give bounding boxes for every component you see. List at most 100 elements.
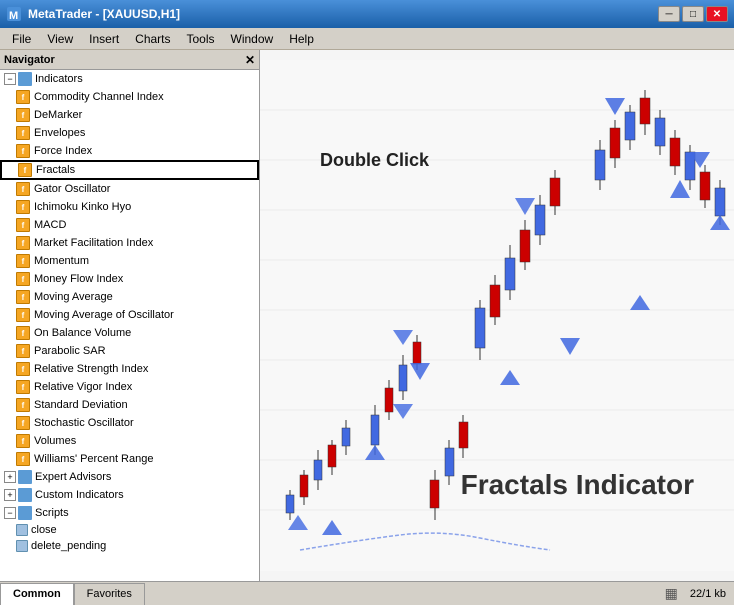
- indicator-label-ichimoku: Ichimoku Kinko Hyo: [34, 201, 131, 213]
- indicator-label-macd: MACD: [34, 219, 66, 231]
- ci-folder-label: Custom Indicators: [35, 489, 124, 501]
- indicator-stddev[interactable]: f Standard Deviation: [0, 396, 259, 414]
- navigator-close-button[interactable]: ✕: [245, 53, 255, 67]
- menu-bar: File View Insert Charts Tools Window Hel…: [0, 28, 734, 50]
- script-delete-pending[interactable]: delete_pending: [0, 538, 259, 554]
- expand-ea-icon[interactable]: +: [4, 471, 16, 483]
- indicator-icon-gator: f: [16, 182, 30, 196]
- tree-scripts[interactable]: − Scripts: [0, 504, 259, 522]
- indicator-icon-stddev: f: [16, 398, 30, 412]
- indicator-label-stddev: Standard Deviation: [34, 399, 128, 411]
- svg-text:M: M: [9, 10, 18, 22]
- menu-view[interactable]: View: [39, 30, 81, 48]
- minimize-button[interactable]: ─: [658, 6, 680, 22]
- tab-favorites[interactable]: Favorites: [74, 583, 145, 605]
- indicator-label-mfi: Market Facilitation Index: [34, 237, 153, 249]
- tree-indicators-folder[interactable]: − Indicators: [0, 70, 259, 88]
- indicator-label-gator: Gator Oscillator: [34, 183, 110, 195]
- main-layout: Navigator ✕ − Indicators f Commodity Cha…: [0, 50, 734, 581]
- window-controls: ─ □ ✕: [658, 6, 728, 22]
- maximize-button[interactable]: □: [682, 6, 704, 22]
- indicator-label-volumes: Volumes: [34, 435, 76, 447]
- scripts-folder-icon: [18, 506, 32, 520]
- indicator-rvi[interactable]: f Relative Vigor Index: [0, 378, 259, 396]
- indicator-icon-macd: f: [16, 218, 30, 232]
- script-close[interactable]: close: [0, 522, 259, 538]
- indicator-icon-rsi: f: [16, 362, 30, 376]
- indicator-ichimoku[interactable]: f Ichimoku Kinko Hyo: [0, 198, 259, 216]
- indicator-icon-volumes: f: [16, 434, 30, 448]
- indicator-icon-stoch: f: [16, 416, 30, 430]
- indicator-label-wpr: Williams' Percent Range: [34, 453, 153, 465]
- indicator-force-index[interactable]: f Force Index: [0, 142, 259, 160]
- indicators-folder-label: Indicators: [35, 73, 83, 85]
- status-size: 22/1 kb: [690, 588, 726, 600]
- chart-area[interactable]: Double Click Fractals Indicator: [260, 50, 734, 581]
- close-button[interactable]: ✕: [706, 6, 728, 22]
- navigator-tree[interactable]: − Indicators f Commodity Channel Index f…: [0, 70, 259, 581]
- indicator-macd[interactable]: f MACD: [0, 216, 259, 234]
- ci-folder-icon: [18, 488, 32, 502]
- indicator-momentum[interactable]: f Momentum: [0, 252, 259, 270]
- app-icon: M: [6, 6, 22, 22]
- navigator-panel: Navigator ✕ − Indicators f Commodity Cha…: [0, 50, 260, 581]
- indicator-icon-moneyflow: f: [16, 272, 30, 286]
- indicator-icon-force: f: [16, 144, 30, 158]
- indicator-money-flow[interactable]: f Money Flow Index: [0, 270, 259, 288]
- indicator-label-cci: Commodity Channel Index: [34, 91, 164, 103]
- indicator-label-mao: Moving Average of Oscillator: [34, 309, 174, 321]
- navigator-title: Navigator: [4, 54, 55, 66]
- expand-scripts-icon[interactable]: −: [4, 507, 16, 519]
- bottom-bar: Common Favorites ▦ 22/1 kb: [0, 581, 734, 605]
- tree-custom-indicators[interactable]: + Custom Indicators: [0, 486, 259, 504]
- chart-status-icon: ▦: [665, 585, 678, 602]
- indicator-mao[interactable]: f Moving Average of Oscillator: [0, 306, 259, 324]
- indicator-rsi[interactable]: f Relative Strength Index: [0, 360, 259, 378]
- indicator-volumes[interactable]: f Volumes: [0, 432, 259, 450]
- menu-charts[interactable]: Charts: [127, 30, 178, 48]
- status-bar: ▦ 22/1 kb: [145, 585, 734, 602]
- menu-window[interactable]: Window: [223, 30, 282, 48]
- indicator-stoch[interactable]: f Stochastic Oscillator: [0, 414, 259, 432]
- indicator-icon-wpr: f: [16, 452, 30, 466]
- tree-expert-advisors[interactable]: + Expert Advisors: [0, 468, 259, 486]
- indicator-label-stoch: Stochastic Oscillator: [34, 417, 134, 429]
- indicator-fractals[interactable]: f Fractals: [0, 160, 259, 180]
- indicator-ma[interactable]: f Moving Average: [0, 288, 259, 306]
- indicator-cci[interactable]: f Commodity Channel Index: [0, 88, 259, 106]
- title-bar: M MetaTrader - [XAUUSD,H1] ─ □ ✕: [0, 0, 734, 28]
- indicator-envelopes[interactable]: f Envelopes: [0, 124, 259, 142]
- indicator-gator[interactable]: f Gator Oscillator: [0, 180, 259, 198]
- indicator-icon-ichimoku: f: [16, 200, 30, 214]
- indicator-label-ma: Moving Average: [34, 291, 113, 303]
- expand-ci-icon[interactable]: +: [4, 489, 16, 501]
- expand-indicators-icon[interactable]: −: [4, 73, 16, 85]
- script-label-close: close: [31, 524, 57, 536]
- indicator-icon-sar: f: [16, 344, 30, 358]
- indicators-folder-icon: [18, 72, 32, 86]
- indicator-icon-fractals: f: [18, 163, 32, 177]
- indicator-label-rsi: Relative Strength Index: [34, 363, 148, 375]
- indicator-icon-envelopes: f: [16, 126, 30, 140]
- indicator-icon-mfi: f: [16, 236, 30, 250]
- indicator-demarker[interactable]: f DeMarker: [0, 106, 259, 124]
- menu-file[interactable]: File: [4, 30, 39, 48]
- indicator-icon-momentum: f: [16, 254, 30, 268]
- indicator-icon-demarker: f: [16, 108, 30, 122]
- menu-tools[interactable]: Tools: [179, 30, 223, 48]
- menu-help[interactable]: Help: [281, 30, 322, 48]
- tab-common[interactable]: Common: [0, 583, 74, 605]
- indicator-label-fractals: Fractals: [36, 164, 75, 176]
- ea-folder-icon: [18, 470, 32, 484]
- indicator-label-sar: Parabolic SAR: [34, 345, 106, 357]
- indicator-icon-ma: f: [16, 290, 30, 304]
- navigator-header: Navigator ✕: [0, 50, 259, 70]
- indicator-obv[interactable]: f On Balance Volume: [0, 324, 259, 342]
- indicator-sar[interactable]: f Parabolic SAR: [0, 342, 259, 360]
- indicator-mfi[interactable]: f Market Facilitation Index: [0, 234, 259, 252]
- menu-insert[interactable]: Insert: [81, 30, 127, 48]
- script-icon-delete-pending: [16, 540, 28, 552]
- indicator-wpr[interactable]: f Williams' Percent Range: [0, 450, 259, 468]
- indicator-icon-cci: f: [16, 90, 30, 104]
- script-label-delete-pending: delete_pending: [31, 540, 106, 552]
